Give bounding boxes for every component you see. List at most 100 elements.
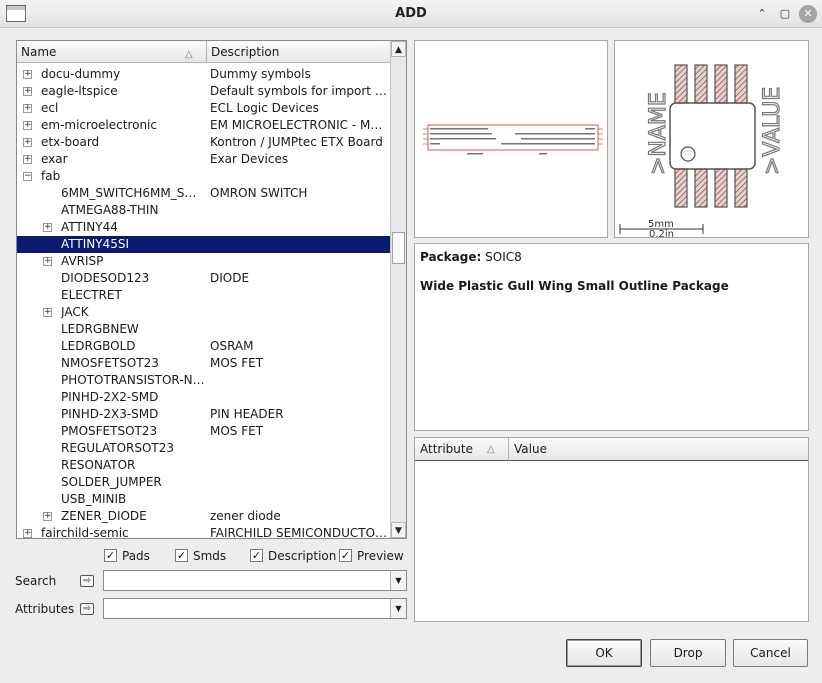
tree-row[interactable]: + eagle-ltspice Default symbols for import…	[17, 83, 390, 100]
dropdown-arrow-icon[interactable]: ▼	[390, 599, 406, 618]
tree-row[interactable]: PHOTOTRANSISTOR-NP…	[17, 372, 390, 389]
check-icon: ✓	[339, 549, 352, 562]
tree-row-description	[207, 457, 390, 474]
column-header-attribute[interactable]: Attribute △	[415, 438, 509, 461]
search-input[interactable]	[104, 571, 390, 590]
tree-row[interactable]: PINHD-2X3-SMD PIN HEADER	[17, 406, 390, 423]
package-description: Wide Plastic Gull Wing Small Outline Pac…	[420, 279, 729, 293]
tree-row[interactable]: NMOSFETSOT23 MOS FET	[17, 355, 390, 372]
tree-row-description: MOS FET	[210, 356, 264, 370]
tree-row[interactable]: DIODESOD123 DIODE	[17, 270, 390, 287]
dropdown-arrow-icon[interactable]: ▼	[390, 571, 406, 590]
expand-icon[interactable]: +	[23, 121, 32, 130]
window-title: ADD	[395, 6, 427, 21]
package-name: SOIC8	[485, 250, 522, 264]
expand-icon[interactable]: +	[23, 70, 32, 79]
tree-row[interactable]: + em-microelectronic EM MICROELECTRONIC - …	[17, 117, 390, 134]
tree-row-name-cell: + etx-board	[17, 134, 207, 151]
tree-row[interactable]: ATMEGA88-THIN	[17, 202, 390, 219]
tree-row[interactable]: LEDRGBNEW	[17, 321, 390, 338]
expand-icon[interactable]: +	[23, 87, 32, 96]
tree-row-label: NMOSFETSOT23	[61, 356, 159, 370]
expand-icon[interactable]: +	[23, 155, 32, 164]
attributes-input[interactable]	[104, 599, 390, 618]
scroll-thumb[interactable]	[392, 232, 405, 264]
tree-row[interactable]: ELECTRET	[17, 287, 390, 304]
package-line: Package: SOIC8	[420, 250, 522, 264]
tree-row-description	[207, 440, 390, 457]
expand-icon[interactable]: +	[23, 104, 32, 113]
tree-row-name-cell: REGULATORSOT23	[17, 440, 207, 457]
tree-row[interactable]: + fairchild-semic FAIRCHILD SEMICONDUCTOR…	[17, 525, 390, 538]
scale-in-label: 0.2in	[649, 229, 674, 237]
expand-icon[interactable]: +	[23, 138, 32, 147]
filter-icon[interactable]: ⇨	[80, 575, 94, 587]
tree-row-label: PHOTOTRANSISTOR-NP…	[61, 373, 205, 387]
tree-row[interactable]: + ZENER_DIODE zener diode	[17, 508, 390, 525]
expand-icon[interactable]: +	[43, 257, 52, 266]
tree-row-label: ELECTRET	[61, 288, 122, 302]
attributes-combo[interactable]: ▼	[103, 598, 407, 619]
tree-row[interactable]: USB_MINIB	[17, 491, 390, 508]
tree-row[interactable]: RESONATOR	[17, 457, 390, 474]
tree-row-name-cell: + ecl	[17, 100, 207, 117]
drop-button[interactable]: Drop	[650, 639, 726, 667]
tree-row-label: em-microelectronic	[41, 118, 157, 132]
tree-row[interactable]: 6MM_SWITCH6MM_SW… OMRON SWITCH	[17, 185, 390, 202]
close-icon[interactable]: ✕	[799, 5, 817, 23]
tree-row-label: 6MM_SWITCH6MM_SW…	[61, 186, 205, 200]
tree-row-name-cell: ATMEGA88-THIN	[17, 202, 207, 219]
tree-row[interactable]: LEDRGBOLD OSRAM	[17, 338, 390, 355]
expand-icon[interactable]: +	[43, 512, 52, 521]
shade-icon[interactable]: ⌃	[753, 5, 771, 23]
tree-row[interactable]: + AVRISP	[17, 253, 390, 270]
tree-row[interactable]: ATTINY45SI	[17, 236, 390, 253]
search-combo[interactable]: ▼	[103, 570, 407, 591]
cancel-button[interactable]: Cancel	[733, 639, 808, 667]
expand-icon[interactable]: +	[23, 529, 32, 538]
tree-row-description: Default symbols for import LT…	[210, 84, 390, 98]
tree-row-label: exar	[41, 152, 68, 166]
tree-row-label: PINHD-2X2-SMD	[61, 390, 159, 404]
filter-icon[interactable]: ⇨	[80, 603, 94, 615]
tree-row-description	[207, 253, 390, 270]
column-header-name[interactable]: Name △	[17, 41, 207, 63]
tree-row-description: OMRON SWITCH	[210, 186, 308, 200]
tree-row-label: etx-board	[41, 135, 100, 149]
tree-row-description	[207, 304, 390, 321]
expand-icon[interactable]: +	[43, 223, 52, 232]
maximize-icon[interactable]: ▢	[776, 5, 794, 23]
tree-row-name-cell: DIODESOD123	[17, 270, 207, 287]
tree-row-name-cell: NMOSFETSOT23	[17, 355, 207, 372]
tree-row-label: docu-dummy	[41, 67, 121, 81]
tree-row-description	[207, 202, 390, 219]
tree-row[interactable]: PINHD-2X2-SMD	[17, 389, 390, 406]
tree-row[interactable]: + ATTINY44	[17, 219, 390, 236]
tree-row-name-cell: + AVRISP	[17, 253, 207, 270]
title-bar: ADD ⌃ ▢ ✕	[0, 0, 822, 28]
attributes-table[interactable]: Attribute △ Value	[414, 437, 809, 622]
tree-row[interactable]: − fab	[17, 168, 390, 185]
tree-row[interactable]: + docu-dummy Dummy symbols	[17, 66, 390, 83]
column-header-description[interactable]: Description	[207, 41, 390, 63]
library-tree[interactable]: Name △ Description + docu-dummy Dummy symb…	[16, 40, 407, 539]
tree-row[interactable]: + JACK	[17, 304, 390, 321]
tree-row[interactable]: REGULATORSOT23	[17, 440, 390, 457]
collapse-icon[interactable]: −	[23, 172, 32, 181]
tree-scrollbar[interactable]: ▲ ▼	[390, 41, 406, 538]
tree-row[interactable]: PMOSFETSOT23 MOS FET	[17, 423, 390, 440]
tree-row-label: DIODESOD123	[61, 271, 150, 285]
scroll-down-icon[interactable]: ▼	[391, 522, 406, 538]
tree-row[interactable]: + exar Exar Devices	[17, 151, 390, 168]
tree-row-name-cell: + exar	[17, 151, 207, 168]
column-header-value[interactable]: Value	[509, 438, 808, 461]
tree-row[interactable]: + ecl ECL Logic Devices	[17, 100, 390, 117]
tree-row-label: USB_MINIB	[61, 492, 127, 506]
expand-icon[interactable]: +	[43, 308, 52, 317]
ok-button[interactable]: OK	[566, 639, 642, 667]
tree-row[interactable]: + etx-board Kontron / JUMPtec ETX Board	[17, 134, 390, 151]
scroll-up-icon[interactable]: ▲	[391, 41, 406, 57]
tree-row-description: Exar Devices	[210, 152, 289, 166]
attributes-header: Attribute △ Value	[415, 438, 808, 461]
tree-row[interactable]: SOLDER_JUMPER	[17, 474, 390, 491]
